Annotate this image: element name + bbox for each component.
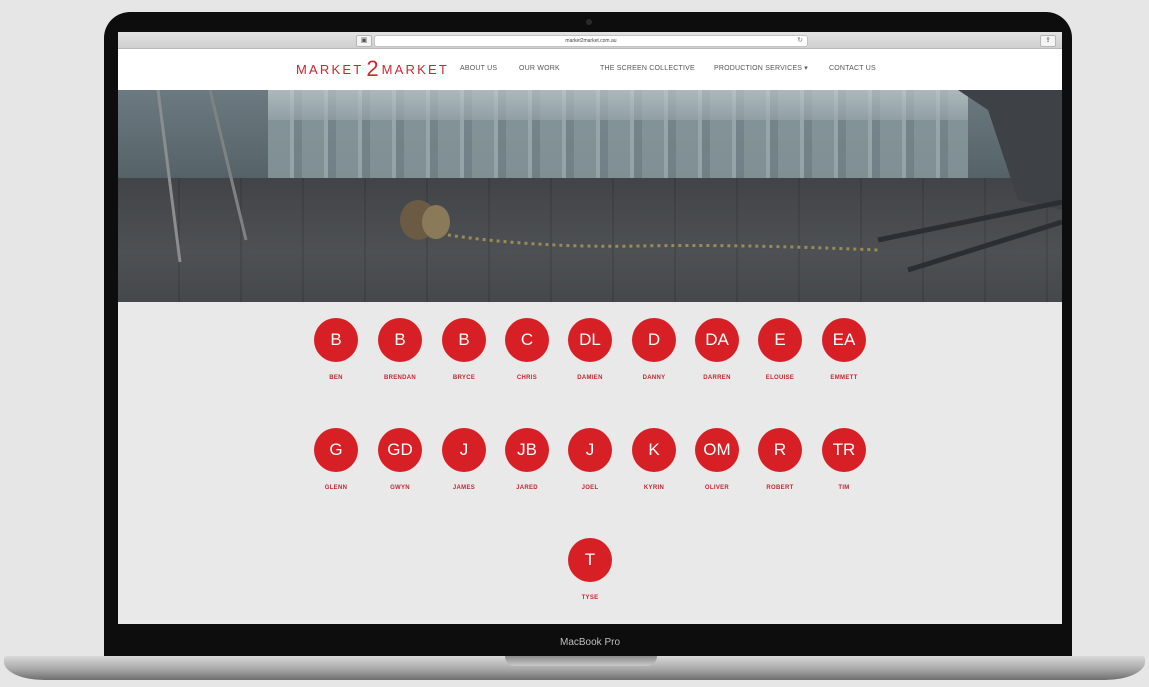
- spilled-seeds: [447, 233, 879, 252]
- profile-card[interactable]: K KYRIN: [622, 428, 686, 491]
- profile-card[interactable]: J JAMES: [432, 428, 496, 491]
- chair-right-seat: [958, 90, 1062, 210]
- profile-avatar[interactable]: C: [505, 318, 549, 362]
- profile-avatar[interactable]: TR: [822, 428, 866, 472]
- profile-card[interactable]: OM OLIVER: [685, 428, 749, 491]
- profile-avatar[interactable]: T: [568, 538, 612, 582]
- chair-leg-left-b: [208, 90, 248, 241]
- profile-card[interactable]: JB JARED: [495, 428, 559, 491]
- profile-name[interactable]: ELOUISE: [748, 375, 812, 381]
- profile-name[interactable]: JOEL: [558, 485, 622, 491]
- profile-avatar[interactable]: DA: [695, 318, 739, 362]
- profile-card[interactable]: C CHRIS: [495, 318, 559, 381]
- profile-name[interactable]: JAMES: [432, 485, 496, 491]
- profile-avatar[interactable]: B: [442, 318, 486, 362]
- screen: ▣ market2market.com.au ↻ ⇪ MARKET 2 MARKET…: [118, 32, 1062, 624]
- profile-avatar[interactable]: GD: [378, 428, 422, 472]
- device-label: MacBook Pro: [559, 637, 621, 648]
- profile-avatar[interactable]: E: [758, 318, 802, 362]
- profile-card[interactable]: G GLENN: [304, 428, 368, 491]
- profile-card[interactable]: J JOEL: [558, 428, 622, 491]
- profile-card[interactable]: T TYSE: [558, 538, 622, 601]
- pot-opening: [422, 205, 450, 239]
- profile-name[interactable]: GLENN: [304, 485, 368, 491]
- sidebar-toggle-button[interactable]: ▣: [356, 35, 372, 47]
- hero-image: [118, 90, 1062, 302]
- profile-card[interactable]: B BEN: [304, 318, 368, 381]
- url-text: market2market.com.au: [565, 38, 617, 44]
- nav-screen-collective[interactable]: THE SCREEN COLLECTIVE: [600, 63, 695, 75]
- profile-name[interactable]: DANNY: [622, 375, 686, 381]
- profile-name[interactable]: KYRIN: [622, 485, 686, 491]
- profile-name[interactable]: EMMETT: [812, 375, 876, 381]
- profile-name[interactable]: OLIVER: [685, 485, 749, 491]
- sidebar-icon: ▣: [360, 37, 368, 44]
- profile-name[interactable]: JARED: [495, 485, 559, 491]
- profile-avatar[interactable]: JB: [505, 428, 549, 472]
- profile-avatar[interactable]: B: [378, 318, 422, 362]
- profile-card[interactable]: D DANNY: [622, 318, 686, 381]
- profile-name[interactable]: TIM: [812, 485, 876, 491]
- profile-card[interactable]: B BRYCE: [432, 318, 496, 381]
- logo-text-mid: 2: [366, 56, 379, 81]
- camera-icon: [586, 19, 592, 25]
- profile-avatar[interactable]: OM: [695, 428, 739, 472]
- site-header: MARKET 2 MARKET ABOUT US OUR WORK THE SCRE…: [118, 49, 1062, 90]
- profile-avatar[interactable]: G: [314, 428, 358, 472]
- hero-scene: [156, 90, 1062, 273]
- profile-card[interactable]: DL DAMIEN: [558, 318, 622, 381]
- profile-avatar[interactable]: R: [758, 428, 802, 472]
- nav-our-work[interactable]: OUR WORK: [519, 63, 560, 75]
- profile-name[interactable]: DARREN: [685, 375, 749, 381]
- profile-name[interactable]: BEN: [304, 375, 368, 381]
- profile-name[interactable]: ROBERT: [748, 485, 812, 491]
- profile-name[interactable]: BRYCE: [432, 375, 496, 381]
- reload-icon[interactable]: ↻: [797, 36, 803, 46]
- profile-avatar[interactable]: EA: [822, 318, 866, 362]
- profile-avatar[interactable]: J: [568, 428, 612, 472]
- share-button[interactable]: ⇪: [1040, 35, 1056, 47]
- profile-name[interactable]: GWYN: [368, 485, 432, 491]
- chair-leg-left-a: [156, 90, 182, 263]
- profile-name[interactable]: DAMIEN: [558, 375, 622, 381]
- profile-avatar[interactable]: B: [314, 318, 358, 362]
- share-icon: ⇪: [1045, 37, 1051, 44]
- nav-production-services[interactable]: PRODUCTION SERVICES ▾: [714, 63, 808, 75]
- profile-avatar[interactable]: DL: [568, 318, 612, 362]
- profile-name[interactable]: BRENDAN: [368, 375, 432, 381]
- profile-card[interactable]: B BRENDAN: [368, 318, 432, 381]
- profile-avatar[interactable]: D: [632, 318, 676, 362]
- logo-text-left: MARKET: [296, 62, 364, 77]
- logo-text-right: MARKET: [381, 62, 449, 77]
- profile-card[interactable]: EA EMMETT: [812, 318, 876, 381]
- profile-card[interactable]: GD GWYN: [368, 428, 432, 491]
- address-bar[interactable]: market2market.com.au ↻: [374, 35, 808, 47]
- profile-avatar[interactable]: K: [632, 428, 676, 472]
- profile-card[interactable]: TR TIM: [812, 428, 876, 491]
- profile-avatar[interactable]: J: [442, 428, 486, 472]
- profile-card[interactable]: DA DARREN: [685, 318, 749, 381]
- profile-name[interactable]: TYSE: [558, 595, 622, 601]
- profile-card[interactable]: R ROBERT: [748, 428, 812, 491]
- site-logo[interactable]: MARKET 2 MARKET: [296, 58, 449, 80]
- browser-toolbar: ▣ market2market.com.au ↻ ⇪: [118, 32, 1062, 49]
- laptop-notch: [505, 656, 657, 666]
- nav-about-us[interactable]: ABOUT US: [460, 63, 497, 75]
- profile-card[interactable]: E ELOUISE: [748, 318, 812, 381]
- nav-contact-us[interactable]: CONTACT US: [829, 63, 876, 75]
- profile-name[interactable]: CHRIS: [495, 375, 559, 381]
- chair-right-leg-a: [877, 199, 1062, 243]
